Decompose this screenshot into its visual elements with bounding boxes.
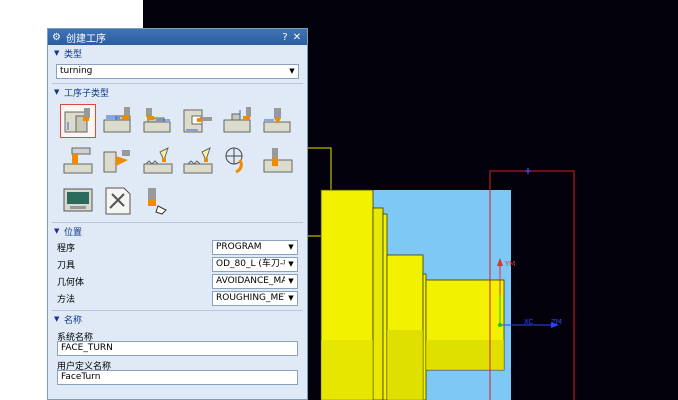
rough-back-bore-icon[interactable] — [220, 104, 256, 138]
user-defined-icon[interactable] — [100, 184, 136, 218]
dropdown-arrow-icon: ▼ — [286, 65, 298, 78]
thread-id-icon[interactable] — [180, 144, 216, 178]
thread-od-icon[interactable] — [140, 144, 176, 178]
dropdown-arrow-icon: ▼ — [285, 241, 297, 254]
type-select-value: turning — [60, 66, 93, 76]
rough-turn-od-icon[interactable] — [100, 104, 136, 138]
rough-bore-id-icon[interactable] — [180, 104, 216, 138]
method-label: 方法 — [57, 295, 76, 305]
method-select[interactable]: ROUGHING_MET ▼ — [212, 291, 298, 306]
system-name-label: 系统名称 — [57, 333, 94, 343]
dropdown-arrow-icon: ▼ — [285, 292, 297, 305]
user-name-input[interactable]: FaceTurn — [57, 370, 298, 385]
axis-label-ym: YM — [505, 260, 516, 268]
tool-row: 刀具 OD_80_L (车刀-标 ▼ — [48, 256, 307, 273]
chevron-down-icon: ▼ — [54, 315, 60, 323]
geometry-label: 几何体 — [57, 278, 85, 288]
teach-mode-icon[interactable] — [60, 184, 96, 218]
chevron-down-icon: ▼ — [54, 227, 60, 235]
axis-label-xc: XC — [524, 318, 534, 326]
probe-icon[interactable] — [140, 184, 176, 218]
program-row: 程序 PROGRAM ▼ — [48, 239, 307, 256]
dialog-titlebar[interactable]: ⚙ 创建工序 ? ✕ — [48, 29, 307, 45]
chevron-down-icon: ▼ — [54, 88, 60, 96]
name-section-header[interactable]: ▼ 名称 — [48, 311, 307, 327]
close-button[interactable]: ✕ — [291, 32, 303, 43]
method-select-value: ROUGHING_MET — [216, 293, 290, 303]
subtype-section-header[interactable]: ▼ 工序子类型 — [48, 84, 307, 100]
location-section-header[interactable]: ▼ 位置 — [48, 223, 307, 239]
type-select[interactable]: turning ▼ — [56, 64, 299, 79]
part-off-icon[interactable] — [260, 144, 296, 178]
rough-back-turn-icon[interactable] — [140, 104, 176, 138]
groove-face-icon[interactable] — [100, 144, 136, 178]
program-label: 程序 — [57, 244, 76, 254]
chevron-down-icon: ▼ — [54, 49, 60, 57]
type-section-header[interactable]: ▼ 类型 — [48, 45, 307, 61]
geometry-row: 几何体 AVOIDANCE_MA ▼ — [48, 273, 307, 290]
face-turn-icon[interactable] — [60, 104, 96, 138]
system-name-field: FACE_TURN — [57, 341, 298, 356]
help-button[interactable]: ? — [279, 32, 291, 43]
gear-icon: ⚙ — [52, 31, 61, 43]
finish-turn-od-icon[interactable] — [260, 104, 296, 138]
program-select[interactable]: PROGRAM ▼ — [212, 240, 298, 255]
centerline-drill-icon[interactable] — [220, 144, 256, 178]
type-section-title: 类型 — [64, 49, 83, 60]
dropdown-arrow-icon: ▼ — [285, 275, 297, 288]
operation-subtype-grid — [48, 100, 307, 222]
tool-label: 刀具 — [57, 261, 76, 271]
location-section-title: 位置 — [64, 227, 83, 238]
method-row: 方法 ROUGHING_MET ▼ — [48, 290, 307, 307]
tool-select-value: OD_80_L (车刀-标 — [216, 259, 293, 269]
name-section-title: 名称 — [64, 315, 83, 326]
program-select-value: PROGRAM — [216, 242, 262, 252]
subtype-section-title: 工序子类型 — [64, 88, 110, 99]
create-operation-dialog: ⚙ 创建工序 ? ✕ ▼ 类型 turning ▼ ▼ 工序子类型 ▼ 位置 程… — [47, 28, 308, 400]
tool-select[interactable]: OD_80_L (车刀-标 ▼ — [212, 257, 298, 272]
geometry-select-value: AVOIDANCE_MA — [216, 276, 288, 286]
groove-od-icon[interactable] — [60, 144, 96, 178]
user-name-label: 用户定义名称 — [57, 362, 112, 372]
dialog-title: 创建工序 — [66, 33, 106, 45]
geometry-select[interactable]: AVOIDANCE_MA ▼ — [212, 274, 298, 289]
axis-label-zm: ZM — [551, 318, 562, 326]
dropdown-arrow-icon: ▼ — [285, 258, 297, 271]
